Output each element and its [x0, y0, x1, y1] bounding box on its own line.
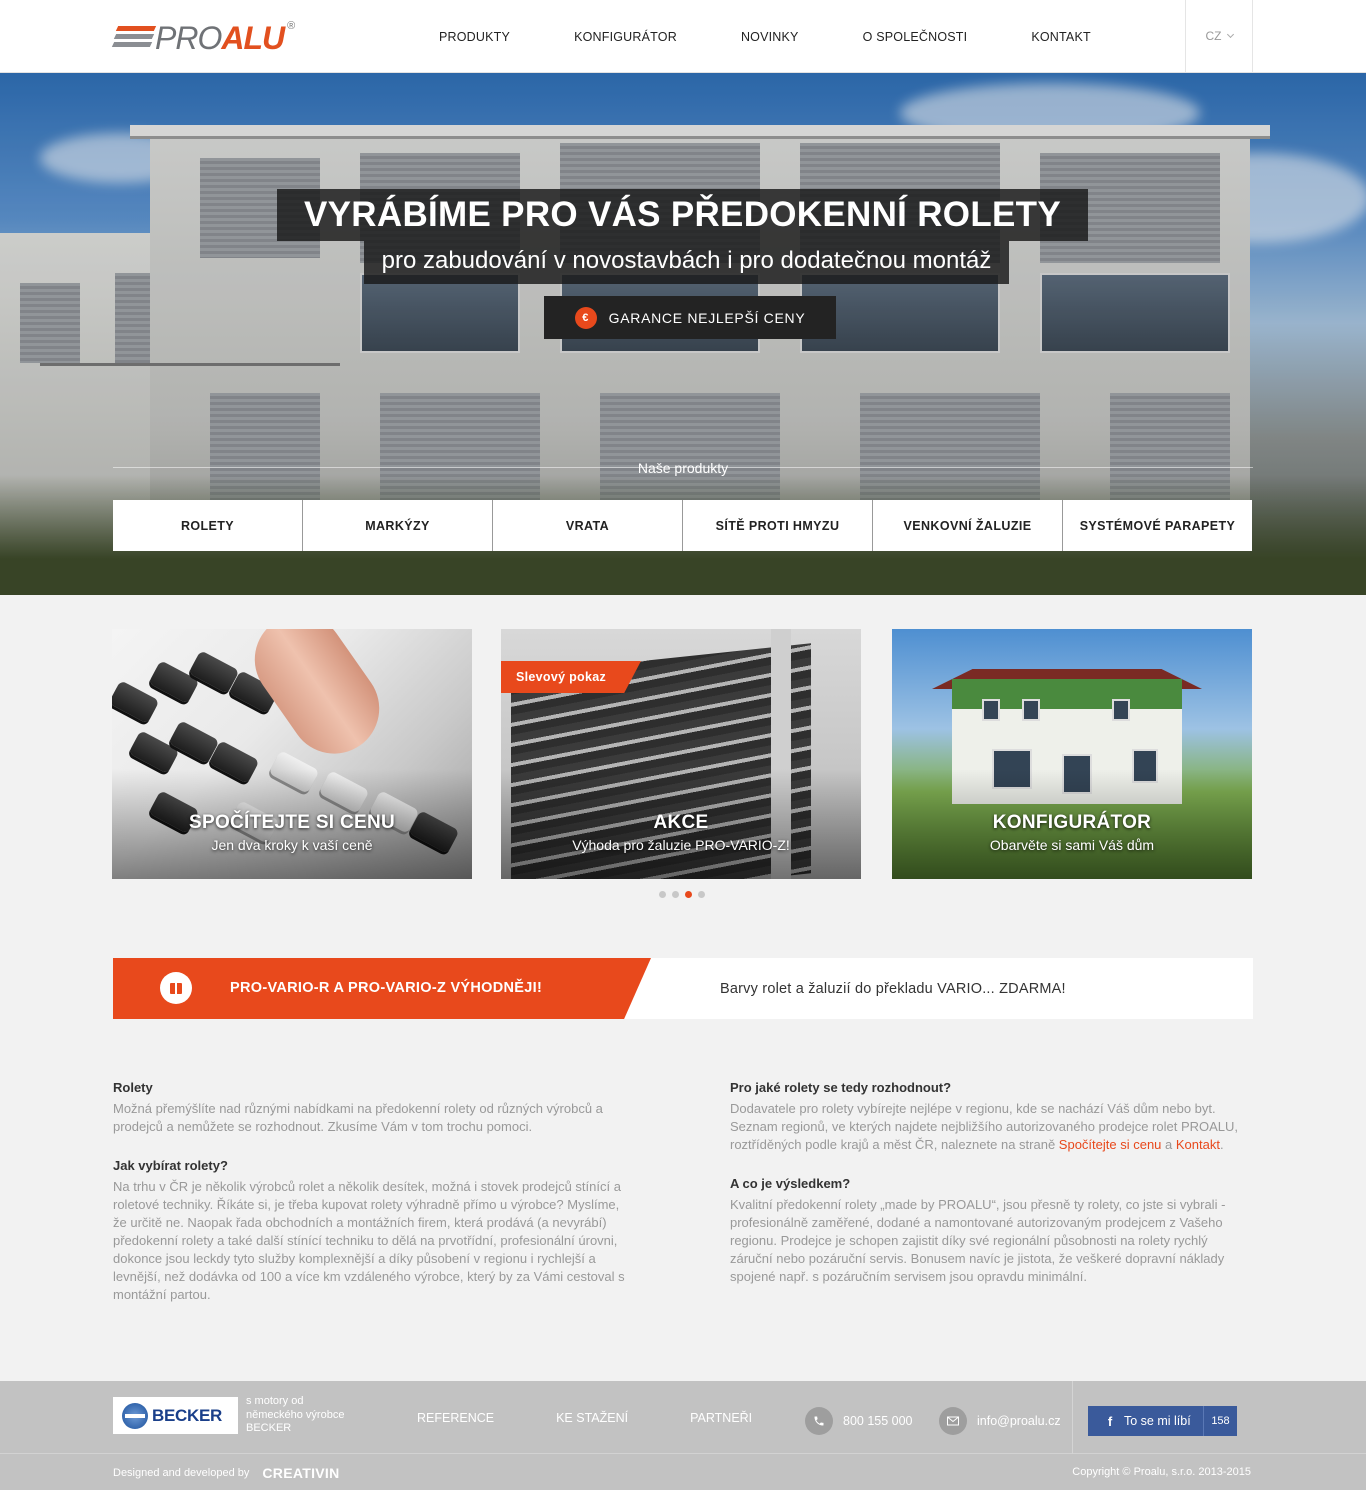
product-tab-markyzy[interactable]: MARKÝZY: [303, 500, 493, 551]
article-heading: Pro jaké rolety se tedy rozhodnout?: [730, 1080, 952, 1095]
product-tab-site-proti-hmyzu[interactable]: SÍTĚ PROTI HMYZU: [683, 500, 873, 551]
hero-title: VYRÁBÍME PRO VÁS PŘEDOKENNÍ ROLETY: [277, 189, 1088, 241]
article-heading: Rolety: [113, 1080, 153, 1095]
footer-credits: Designed and developed by CREATIVIN: [113, 1465, 340, 1481]
carousel-dots: [659, 891, 711, 898]
envelope-icon: [939, 1407, 967, 1435]
discount-badge: Slevový pokaz: [501, 661, 641, 693]
nav-konfigurator[interactable]: KONFIGURÁTOR: [574, 30, 677, 44]
card-calculate-price[interactable]: SPOČÍTEJTE SI CENU Jen dva kroky k vaší …: [112, 629, 472, 879]
euro-icon: €: [574, 306, 597, 329]
article-column-right: Pro jaké rolety se tedy rozhodnout? Doda…: [730, 1080, 1252, 1308]
phone-icon: [805, 1407, 833, 1435]
becker-note: s motory od německého výrobce BECKER: [246, 1395, 345, 1434]
site-footer: BECKER s motory od německého výrobce BEC…: [0, 1381, 1366, 1490]
copyright: Copyright © Proalu, s.r.o. 2013-2015: [1072, 1466, 1251, 1478]
nav-produkty[interactable]: PRODUKTY: [439, 30, 510, 44]
nav-novinky[interactable]: NOVINKY: [741, 30, 799, 44]
logo-stripes-icon: [111, 25, 157, 51]
article-text: Možná přemýšlíte nad různými nabídkami n…: [113, 1101, 603, 1134]
footer-link-ke-stazeni[interactable]: KE STAŽENÍ: [556, 1411, 628, 1425]
carousel-dot-3[interactable]: [685, 891, 692, 898]
product-tabs: ROLETY MARKÝZY VRATA SÍTĚ PROTI HMYZU VE…: [113, 500, 1252, 551]
article-column-left: Rolety Možná přemýšlíte nad různými nabí…: [113, 1080, 625, 1326]
card-subtitle: Jen dva kroky k vaší ceně: [211, 837, 373, 853]
language-select[interactable]: CZ: [1185, 0, 1253, 72]
card-subtitle: Výhoda pro žaluzie PRO-VARIO-Z!: [572, 837, 790, 853]
best-price-label: GARANCE NEJLEPŠÍ CENY: [608, 309, 806, 326]
nav-kontakt[interactable]: KONTAKT: [1031, 30, 1091, 44]
hero-banner: VYRÁBÍME PRO VÁS PŘEDOKENNÍ ROLETY pro z…: [0, 73, 1366, 595]
site-header: PROALU ® PRODUKTY KONFIGURÁTOR NOVINKY O…: [0, 0, 1366, 73]
feature-cards: SPOČÍTEJTE SI CENU Jen dva kroky k vaší …: [112, 629, 1252, 879]
product-tab-vrata[interactable]: VRATA: [493, 500, 683, 551]
carousel-dot-4[interactable]: [698, 891, 705, 898]
article-text: Na trhu v ČR je několik výrobců rolet a …: [113, 1179, 625, 1302]
products-heading: Naše produkty: [637, 460, 729, 476]
link-kontakt[interactable]: Kontakt: [1176, 1137, 1220, 1152]
article-heading: A co je výsledkem?: [730, 1176, 851, 1191]
footer-nav: REFERENCE KE STAŽENÍ PARTNEŘI: [417, 1411, 814, 1425]
logo-registered-mark: ®: [287, 20, 296, 32]
facebook-icon: f: [1107, 1413, 1113, 1429]
product-tab-venkovni-zaluzie[interactable]: VENKOVNÍ ŽALUZIE: [873, 500, 1063, 551]
card-title: SPOČÍTEJTE SI CENU: [189, 812, 395, 833]
promo-title: PRO-VARIO-R A PRO-VARIO-Z VÝHODNĚJI!: [230, 980, 543, 996]
footer-email[interactable]: info@proalu.cz: [939, 1407, 1061, 1435]
carousel-dot-2[interactable]: [672, 891, 679, 898]
promo-banner[interactable]: PRO-VARIO-R A PRO-VARIO-Z VÝHODNĚJI! Bar…: [113, 958, 1253, 1019]
card-title: AKCE: [653, 812, 709, 833]
card-title: KONFIGURÁTOR: [992, 812, 1152, 833]
nav-o-spolecnosti[interactable]: O SPOLEČNOSTI: [863, 30, 968, 44]
footer-phone[interactable]: 800 155 000: [805, 1407, 913, 1435]
article-heading: Jak vybírat rolety?: [113, 1158, 228, 1173]
article-text: Dodavatele pro rolety vybírejte nejlépe …: [730, 1101, 1239, 1152]
product-tab-rolety[interactable]: ROLETY: [113, 500, 303, 551]
card-subtitle: Obarvěte si sami Váš dům: [989, 837, 1155, 853]
becker-logo[interactable]: BECKER: [113, 1397, 238, 1434]
facebook-like-count: 158: [1203, 1406, 1237, 1436]
chevron-down-icon: [1226, 30, 1234, 38]
language-value: CZ: [1205, 29, 1222, 43]
hero-subtitle: pro zabudování v novostavbách i pro doda…: [364, 241, 1009, 284]
main-nav: PRODUKTY KONFIGURÁTOR NOVINKY O SPOLEČNO…: [439, 30, 1155, 44]
link-spocitejte-si-cenu[interactable]: Spočítejte si cenu: [1059, 1137, 1162, 1152]
carousel-dot-1[interactable]: [659, 891, 666, 898]
article-text: Kvalitní předokenní rolety „made by PROA…: [730, 1197, 1226, 1284]
logo-text: PROALU: [155, 20, 285, 56]
creativin-logo[interactable]: CREATIVIN: [262, 1465, 339, 1481]
facebook-like-button[interactable]: f To se mi líbí 158: [1088, 1406, 1237, 1436]
footer-link-reference[interactable]: REFERENCE: [417, 1411, 494, 1425]
product-tab-systemove-parapety[interactable]: SYSTÉMOVÉ PARAPETY: [1063, 500, 1252, 551]
footer-link-partneri[interactable]: PARTNEŘI: [690, 1411, 752, 1425]
proalu-logo[interactable]: PROALU ®: [111, 20, 296, 56]
promo-text: Barvy rolet a žaluzií do překladu VARIO.…: [720, 981, 1066, 997]
card-configurator[interactable]: KONFIGURÁTOR Obarvěte si sami Váš dům: [892, 629, 1252, 879]
card-akce[interactable]: Slevový pokaz AKCE Výhoda pro žaluzie PR…: [501, 629, 861, 879]
becker-emblem-icon: [122, 1402, 148, 1429]
facebook-like-label: To se mi líbí: [1124, 1414, 1191, 1428]
best-price-guarantee-button[interactable]: € GARANCE NEJLEPŠÍ CENY: [544, 296, 836, 339]
gift-icon: [160, 972, 192, 1004]
